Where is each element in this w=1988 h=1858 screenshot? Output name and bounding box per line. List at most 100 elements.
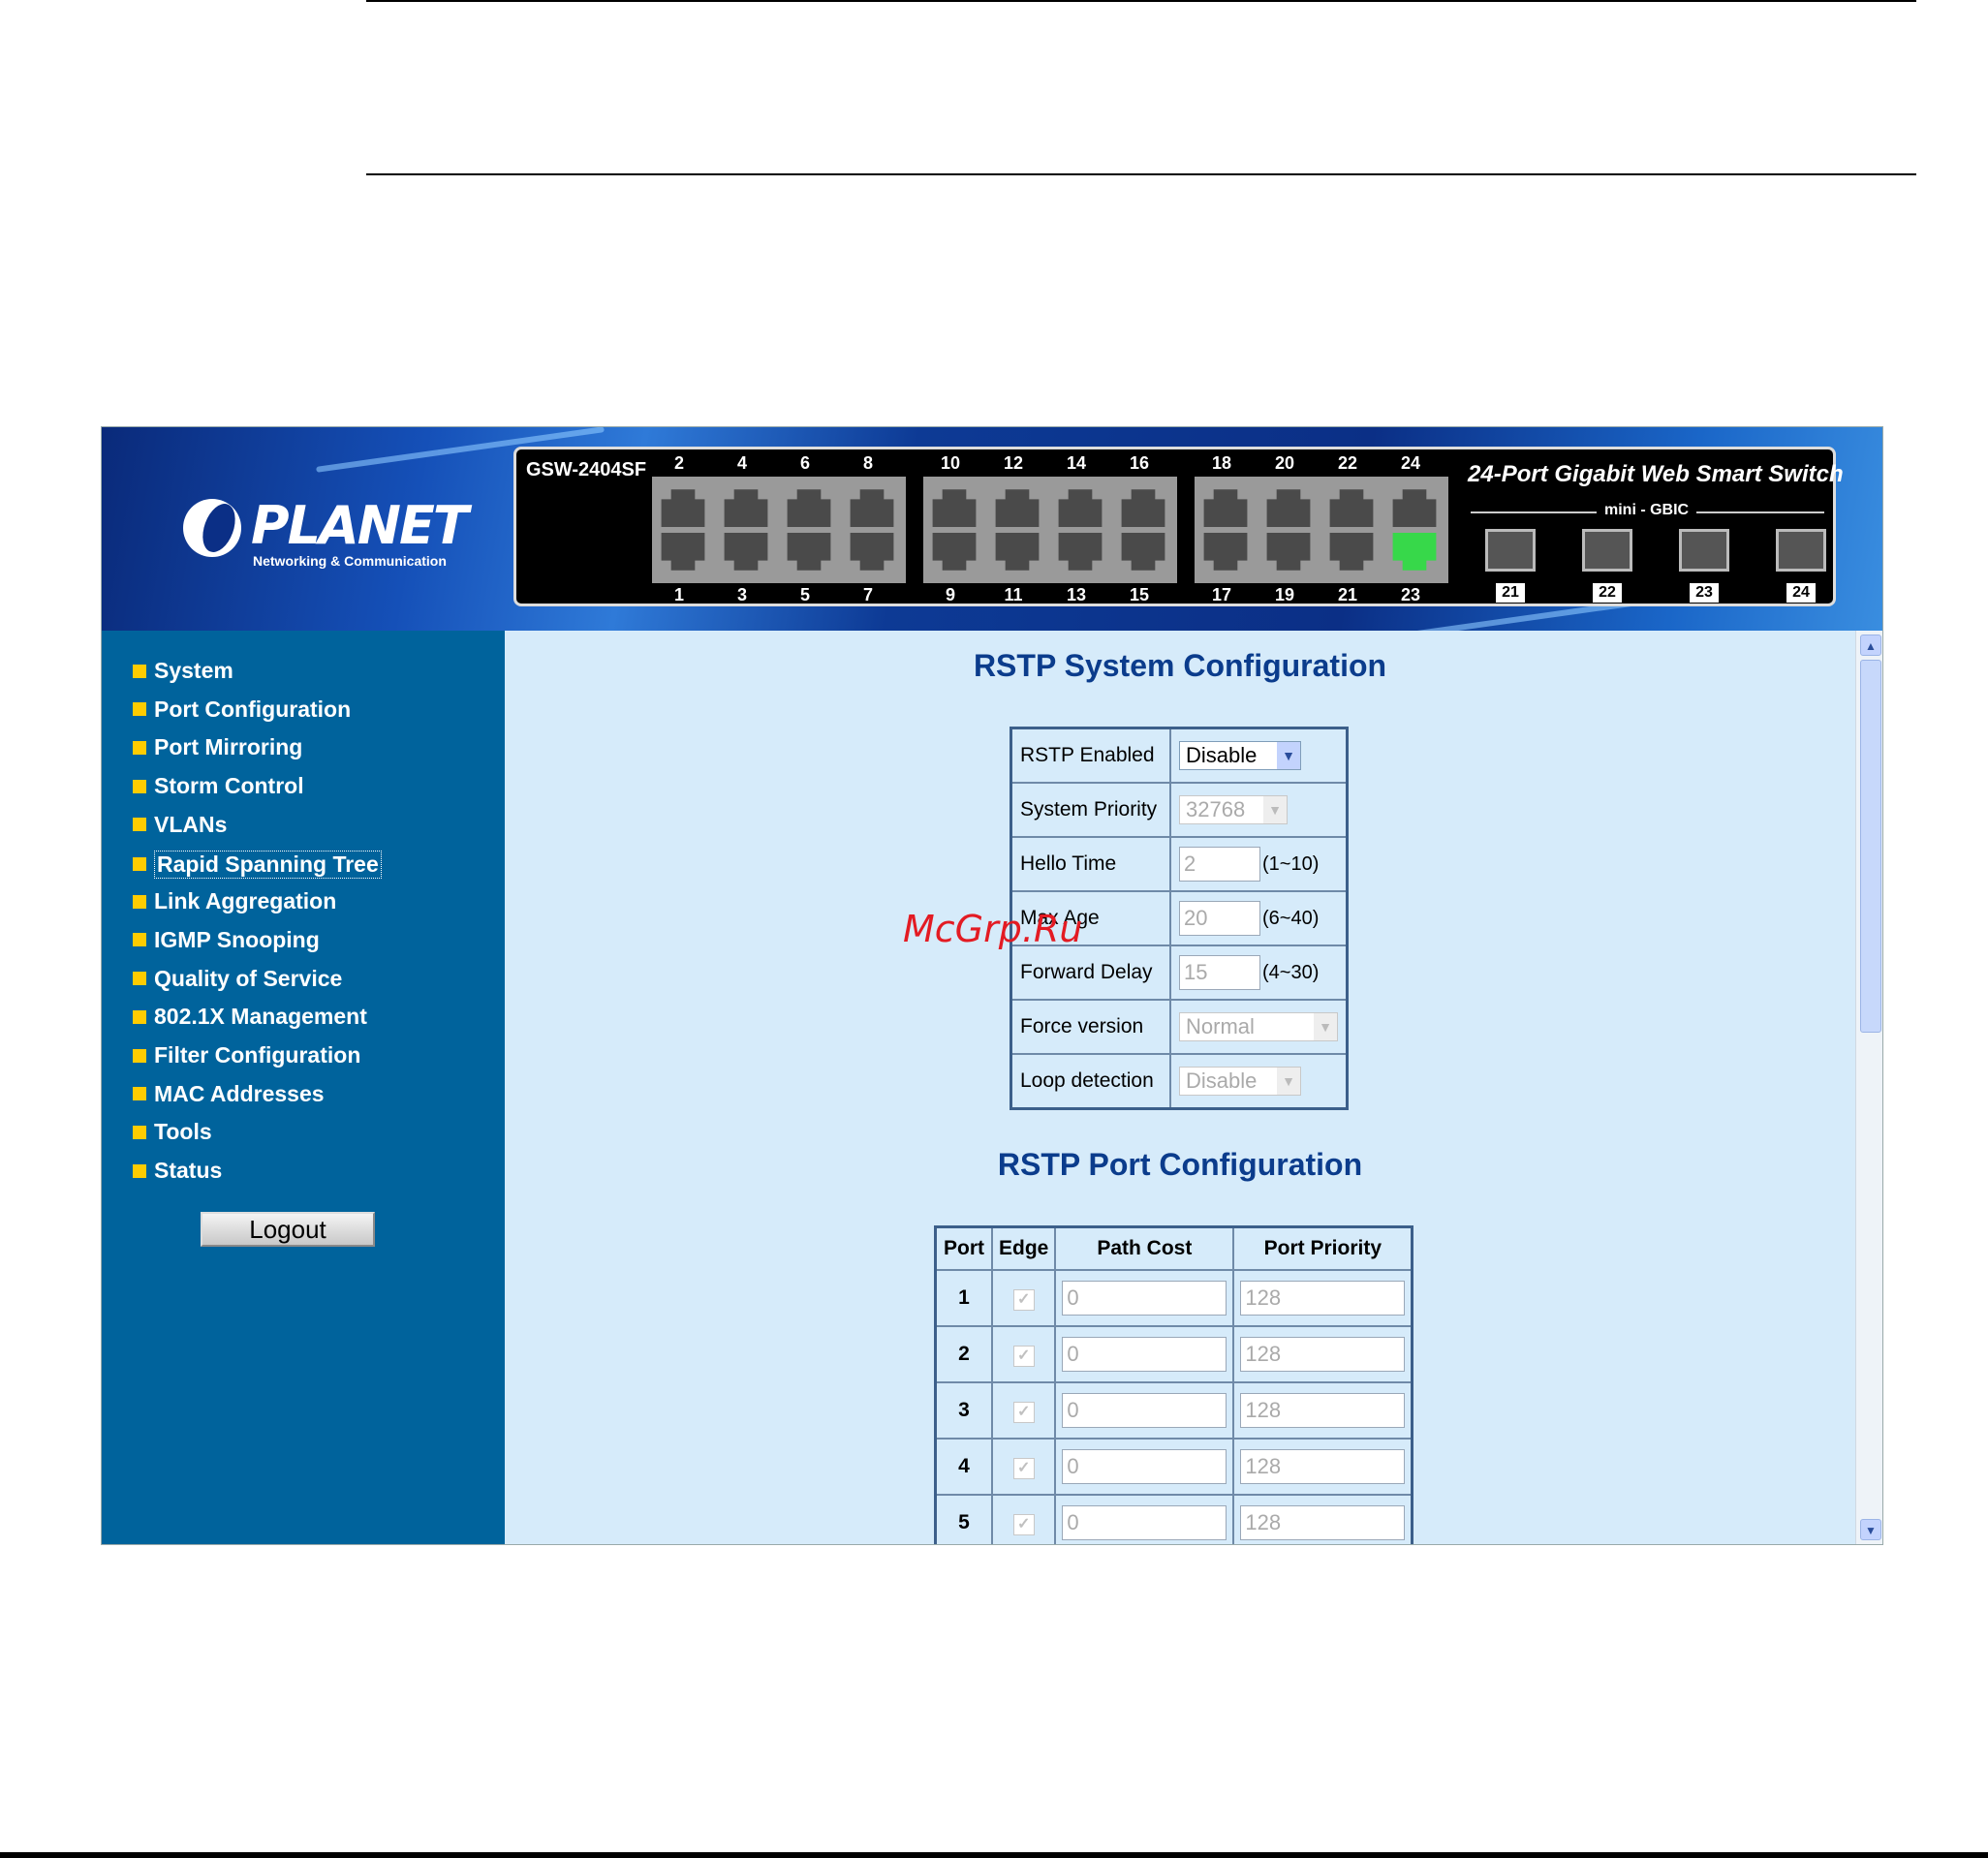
max-age-input[interactable]: 20 — [1179, 901, 1260, 936]
system-priority-label: System Priority — [1010, 782, 1171, 838]
port-config-table: Port Edge Path Cost Port Priority 1 ✓ 0 128… — [934, 1225, 1414, 1544]
gbic-slot-icon[interactable] — [1582, 529, 1632, 572]
ethernet-port-icon[interactable] — [1329, 489, 1374, 527]
gbic-slot-icon[interactable] — [1679, 529, 1729, 572]
sidebar-item[interactable]: MAC Addresses — [133, 1081, 325, 1107]
sidebar-item[interactable]: Tools — [133, 1119, 212, 1145]
arrow-up-icon[interactable]: ▲ — [1860, 635, 1881, 656]
chevron-down-icon[interactable]: ▼ — [1263, 796, 1287, 823]
sidebar-item-label: Storm Control — [154, 773, 304, 799]
ethernet-port-icon[interactable] — [1058, 533, 1103, 571]
ethernet-port-icon[interactable] — [1329, 533, 1374, 571]
ethernet-port-icon[interactable] — [1203, 533, 1248, 571]
ethernet-port-icon[interactable] — [724, 533, 768, 571]
port-number-label: 7 — [862, 585, 873, 604]
sidebar-item[interactable]: Storm Control — [133, 773, 304, 799]
sidebar-item[interactable]: Link Aggregation — [133, 888, 336, 914]
table-row: 2 ✓ 0 128 — [934, 1325, 1413, 1383]
edge-cell: ✓ — [990, 1325, 1057, 1383]
rstp-enabled-select[interactable]: Disable ▼ — [1179, 741, 1301, 770]
path-cost-input[interactable]: 0 — [1062, 1505, 1227, 1540]
table-row: 4 ✓ 0 128 — [934, 1438, 1413, 1496]
ethernet-port-icon[interactable] — [850, 533, 894, 571]
port-number-label: 13 — [1066, 585, 1087, 604]
sidebar-item[interactable]: Quality of Service — [133, 966, 342, 992]
logout-button[interactable]: Logout — [201, 1212, 375, 1247]
square-bullet-icon — [133, 1009, 146, 1024]
system-config-title: RSTP System Configuration — [973, 648, 1387, 683]
ethernet-port-icon[interactable] — [1121, 533, 1165, 571]
ethernet-port-icon[interactable] — [1392, 533, 1437, 571]
port-priority-input[interactable]: 128 — [1240, 1337, 1406, 1372]
path-cost-input[interactable]: 0 — [1062, 1281, 1227, 1316]
port-group — [652, 477, 906, 583]
ethernet-port-icon[interactable] — [1266, 533, 1311, 571]
path-cost-cell: 0 — [1054, 1438, 1235, 1496]
ethernet-port-icon[interactable] — [932, 489, 977, 527]
path-cost-input[interactable]: 0 — [1062, 1337, 1227, 1372]
port-number-label: 10 — [940, 453, 961, 473]
edge-checkbox[interactable]: ✓ — [1012, 1288, 1035, 1311]
square-bullet-icon — [133, 857, 146, 871]
chevron-down-icon[interactable]: ▼ — [1277, 1068, 1300, 1095]
ethernet-port-icon[interactable] — [1121, 489, 1165, 527]
sidebar-item[interactable]: Port Mirroring — [133, 734, 302, 760]
scrollbar-thumb[interactable] — [1860, 660, 1881, 1033]
loop-detection-select[interactable]: Disable ▼ — [1179, 1067, 1301, 1096]
ethernet-port-icon[interactable] — [787, 533, 831, 571]
ethernet-port-icon[interactable] — [661, 489, 705, 527]
port-priority-input[interactable]: 128 — [1240, 1281, 1406, 1316]
forward-delay-input[interactable]: 15 — [1179, 955, 1260, 990]
system-priority-select[interactable]: 32768 ▼ — [1179, 795, 1288, 824]
sidebar-item[interactable]: IGMP Snooping — [133, 927, 320, 953]
ethernet-port-icon[interactable] — [1203, 489, 1248, 527]
sidebar-item-label: MAC Addresses — [154, 1080, 325, 1106]
ethernet-port-icon[interactable] — [932, 533, 977, 571]
port-priority-input[interactable]: 128 — [1240, 1449, 1406, 1484]
gbic-slot-icon[interactable] — [1776, 529, 1826, 572]
edge-cell: ✓ — [990, 1438, 1057, 1496]
sidebar-item[interactable]: Status — [133, 1158, 222, 1184]
loop-detection-value: Disable — [1186, 1068, 1258, 1093]
ethernet-port-icon[interactable] — [1266, 489, 1311, 527]
port-number-label: 14 — [1066, 453, 1087, 473]
ethernet-port-icon[interactable] — [995, 533, 1040, 571]
sidebar-item[interactable]: 802.1X Management — [133, 1004, 367, 1030]
sidebar-item[interactable]: Port Configuration — [133, 697, 351, 723]
port-cell: 4 — [934, 1438, 993, 1496]
chevron-down-icon[interactable]: ▼ — [1277, 742, 1300, 769]
ethernet-port-icon[interactable] — [995, 489, 1040, 527]
gbic-slot-icon[interactable] — [1485, 529, 1536, 572]
hello-time-input[interactable]: 2 — [1179, 847, 1260, 882]
path-cost-input[interactable]: 0 — [1062, 1449, 1227, 1484]
ethernet-port-icon[interactable] — [850, 489, 894, 527]
port-number-label: 4 — [736, 453, 747, 473]
port-priority-input[interactable]: 128 — [1240, 1505, 1406, 1540]
sidebar-item[interactable]: Filter Configuration — [133, 1042, 360, 1068]
edge-checkbox[interactable]: ✓ — [1012, 1513, 1035, 1535]
port-table-body: 1 ✓ 0 128 2 ✓ 0 128 3 ✓ 0 128 4 ✓ 0 128 5 ✓ 0 128 — [934, 1269, 1413, 1544]
force-version-select[interactable]: Normal ▼ — [1179, 1012, 1338, 1041]
edge-checkbox[interactable]: ✓ — [1012, 1345, 1035, 1367]
edge-cell: ✓ — [990, 1269, 1057, 1327]
port-number-label: 1 — [673, 585, 684, 604]
switch-title: 24-Port Gigabit Web Smart Switch — [1468, 461, 1844, 487]
sidebar-item[interactable]: VLANs — [133, 812, 227, 838]
edge-checkbox[interactable]: ✓ — [1012, 1401, 1035, 1423]
sidebar-item[interactable]: System — [133, 658, 233, 684]
force-version-value: Normal — [1186, 1014, 1255, 1038]
path-cost-input[interactable]: 0 — [1062, 1393, 1227, 1428]
ethernet-port-icon[interactable] — [661, 533, 705, 571]
chevron-down-icon[interactable]: ▼ — [1314, 1013, 1337, 1040]
vertical-scrollbar[interactable]: ▲ ▼ — [1855, 631, 1882, 1544]
port-priority-input[interactable]: 128 — [1240, 1393, 1406, 1428]
ethernet-port-icon[interactable] — [787, 489, 831, 527]
port-cell: 3 — [934, 1381, 993, 1440]
ethernet-port-icon[interactable] — [724, 489, 768, 527]
ethernet-port-icon[interactable] — [1058, 489, 1103, 527]
edge-checkbox[interactable]: ✓ — [1012, 1457, 1035, 1479]
max-age-range: (6~40) — [1262, 907, 1320, 929]
sidebar-item[interactable]: Rapid Spanning Tree — [133, 850, 382, 879]
arrow-down-icon[interactable]: ▼ — [1860, 1519, 1881, 1540]
ethernet-port-icon[interactable] — [1392, 489, 1437, 527]
